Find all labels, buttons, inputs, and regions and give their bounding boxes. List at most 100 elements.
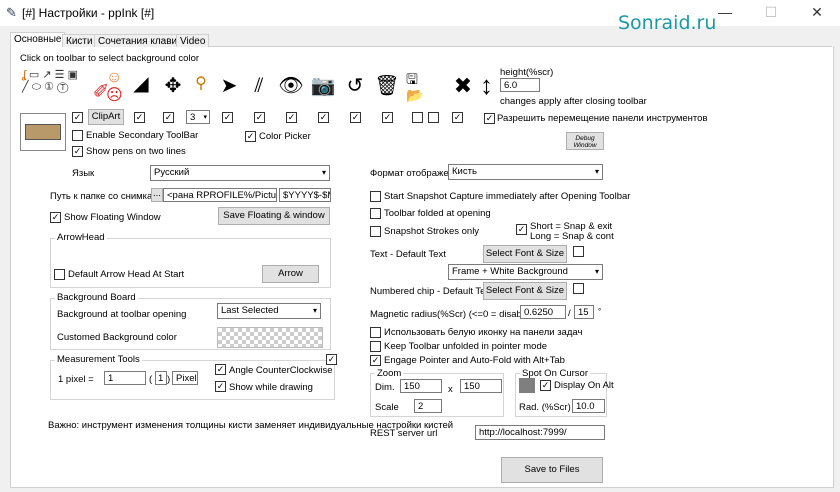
- start-snapshot-checkbox[interactable]: [370, 191, 381, 202]
- checkbox-tool-1[interactable]: ✓: [72, 112, 83, 123]
- lasso-icon[interactable]: ʆ: [22, 69, 26, 81]
- show-pens-checkbox[interactable]: ✓: [72, 146, 83, 157]
- spot-color-swatch[interactable]: [519, 378, 535, 393]
- snap-mode-checkbox[interactable]: ✓: [516, 224, 527, 235]
- checkbox-tool-9[interactable]: ✓: [382, 112, 393, 123]
- checkbox-tool-6[interactable]: ✓: [286, 112, 297, 123]
- tab-hotkeys[interactable]: Сочетания клавиш: [94, 34, 190, 48]
- height-input[interactable]: 6.0: [500, 78, 540, 92]
- close-icon[interactable]: ✖: [450, 73, 476, 99]
- pixel-value-input[interactable]: 1: [104, 371, 146, 385]
- minimize-button[interactable]: —: [702, 0, 748, 26]
- checkbox-tool-12[interactable]: ✓: [452, 112, 463, 123]
- spot-rad-input[interactable]: 10.0: [572, 399, 605, 413]
- toolbar-folded-checkbox[interactable]: [370, 208, 381, 219]
- toolbar-preview[interactable]: ʆ ▭ ↗ ☰ ▣ ╱ ⬭ ① Ⓣ ✐ ☺ ☹ ◢ ✥ ⚲ ➤ ⫽ 👁 📷 ↺ …: [20, 67, 493, 107]
- language-select[interactable]: Русский ▾: [150, 165, 330, 181]
- zoom-dim-label: Dim.: [375, 382, 395, 393]
- bg-opening-label: Background at toolbar opening: [57, 309, 187, 320]
- highlighter-icon[interactable]: ☹: [106, 85, 123, 105]
- text-font-checkbox[interactable]: [573, 246, 584, 257]
- tab-pens[interactable]: Кисти: [62, 34, 97, 48]
- unit-input[interactable]: Pixel: [172, 371, 198, 385]
- pointer-icon[interactable]: ➤: [216, 73, 242, 99]
- chip-font-button[interactable]: Select Font & Size: [483, 282, 567, 300]
- arrow-line-icon[interactable]: ↗: [42, 69, 51, 81]
- tab-general[interactable]: Основные: [10, 32, 66, 48]
- select-font-button[interactable]: Select Font & Size: [483, 245, 567, 263]
- save-floating-button[interactable]: Save Floating & window: [218, 207, 330, 225]
- tab-video[interactable]: Video: [176, 34, 210, 48]
- camera-icon[interactable]: 📷: [310, 73, 336, 99]
- magnetic-input[interactable]: 0.6250: [520, 305, 566, 319]
- checkbox-tool-5[interactable]: ✓: [254, 112, 265, 123]
- checkbox-tool-3[interactable]: ✓: [163, 112, 174, 123]
- engage-pointer-label: Engage Pointer and Auto-Fold with Alt+Ta…: [384, 355, 565, 366]
- arrow-default-checkbox[interactable]: [54, 269, 65, 280]
- pen-width-icon[interactable]: ⫽: [246, 73, 272, 99]
- secondary-toolbar-checkbox[interactable]: [72, 130, 83, 141]
- zoom-height-input[interactable]: 150: [460, 379, 502, 393]
- checkbox-tool-10[interactable]: [412, 112, 423, 123]
- browse-button[interactable]: ...: [151, 188, 163, 202]
- zoom-scale-input[interactable]: 2: [414, 399, 442, 413]
- ratio-input[interactable]: 1: [155, 371, 167, 385]
- text-default-label: Text - Default Text: [370, 249, 446, 260]
- trash-icon[interactable]: 🗑: [374, 73, 400, 99]
- load-icon[interactable]: 📂: [406, 87, 423, 103]
- chip-font-checkbox[interactable]: [573, 283, 584, 294]
- image-icon[interactable]: ▣: [68, 69, 78, 81]
- magnet-zoom-icon[interactable]: ⚲: [188, 71, 214, 97]
- spinner-arrow-icon[interactable]: ▾: [203, 111, 207, 123]
- frame-select[interactable]: Frame + White Background ▾: [448, 264, 603, 280]
- text-box-icon[interactable]: Ⓣ: [57, 81, 68, 93]
- engage-pointer-checkbox[interactable]: ✓: [370, 355, 381, 366]
- debug-window-button[interactable]: Debug Window: [566, 132, 604, 150]
- magnetic-div-input[interactable]: 15: [574, 305, 594, 319]
- text-lines-icon[interactable]: ☰: [55, 69, 65, 81]
- snapshot-name-input[interactable]: $YYYY$-$MM: [279, 188, 331, 202]
- eraser-icon[interactable]: ◢: [128, 71, 154, 97]
- arrow-button[interactable]: Arrow: [262, 265, 319, 283]
- display-format-select[interactable]: Кисть ▾: [448, 164, 603, 180]
- numbered-chip-label: Numbered chip - Default Text: [370, 286, 493, 297]
- white-icon-checkbox[interactable]: [370, 327, 381, 338]
- app-feather-icon: ✎: [6, 5, 17, 20]
- custom-bg-swatch[interactable]: [217, 327, 323, 348]
- checkbox-tool-7[interactable]: ✓: [318, 112, 329, 123]
- rest-url-input[interactable]: http://localhost:7999/: [475, 425, 605, 440]
- move-icon[interactable]: ✥: [160, 73, 186, 99]
- show-floating-checkbox[interactable]: ✓: [50, 212, 61, 223]
- allow-move-checkbox[interactable]: ✓: [484, 113, 495, 124]
- line-icon[interactable]: ╱: [22, 81, 29, 93]
- chevron-down-icon: ▾: [312, 306, 317, 315]
- show-drawing-checkbox[interactable]: ✓: [215, 381, 226, 392]
- measurement-checkbox[interactable]: ✓: [326, 354, 337, 365]
- undo-icon[interactable]: ↺: [342, 73, 368, 99]
- numbered-circle-icon[interactable]: ①: [44, 81, 54, 93]
- checkbox-tool-2[interactable]: ✓: [134, 112, 145, 123]
- angle-ccw-checkbox[interactable]: ✓: [215, 364, 226, 375]
- zoom-width-input[interactable]: 150: [400, 379, 442, 393]
- zoom-title: Zoom: [375, 368, 404, 379]
- keep-unfolded-checkbox[interactable]: [370, 341, 381, 352]
- save-to-files-button[interactable]: Save to Files: [501, 457, 603, 483]
- checkbox-tool-11[interactable]: [428, 112, 439, 123]
- snapshot-strokes-checkbox[interactable]: [370, 226, 381, 237]
- ellipse-icon[interactable]: ⬭: [32, 81, 41, 93]
- magnetic-unit: °: [598, 307, 602, 316]
- rectangle-icon[interactable]: ▭: [29, 69, 39, 81]
- maximize-button[interactable]: ☐: [748, 0, 794, 26]
- eye-icon[interactable]: 👁: [278, 73, 304, 99]
- pen-color-preview[interactable]: [20, 113, 66, 151]
- save-icon[interactable]: 🖫: [406, 71, 418, 87]
- clipart-button[interactable]: ClipArt: [88, 109, 124, 125]
- spot-display-checkbox[interactable]: ✓: [540, 380, 551, 391]
- close-window-button[interactable]: ✕: [794, 0, 840, 26]
- pen-count-spinner[interactable]: 3 ▾: [186, 110, 210, 124]
- bg-opening-select[interactable]: Last Selected ▾: [217, 303, 321, 319]
- checkbox-tool-4[interactable]: ✓: [222, 112, 233, 123]
- color-picker-checkbox[interactable]: ✓: [245, 131, 256, 142]
- checkbox-tool-8[interactable]: ✓: [350, 112, 361, 123]
- snapshot-path-input[interactable]: <рана RPROFILE%/Pictures/i: [163, 188, 277, 202]
